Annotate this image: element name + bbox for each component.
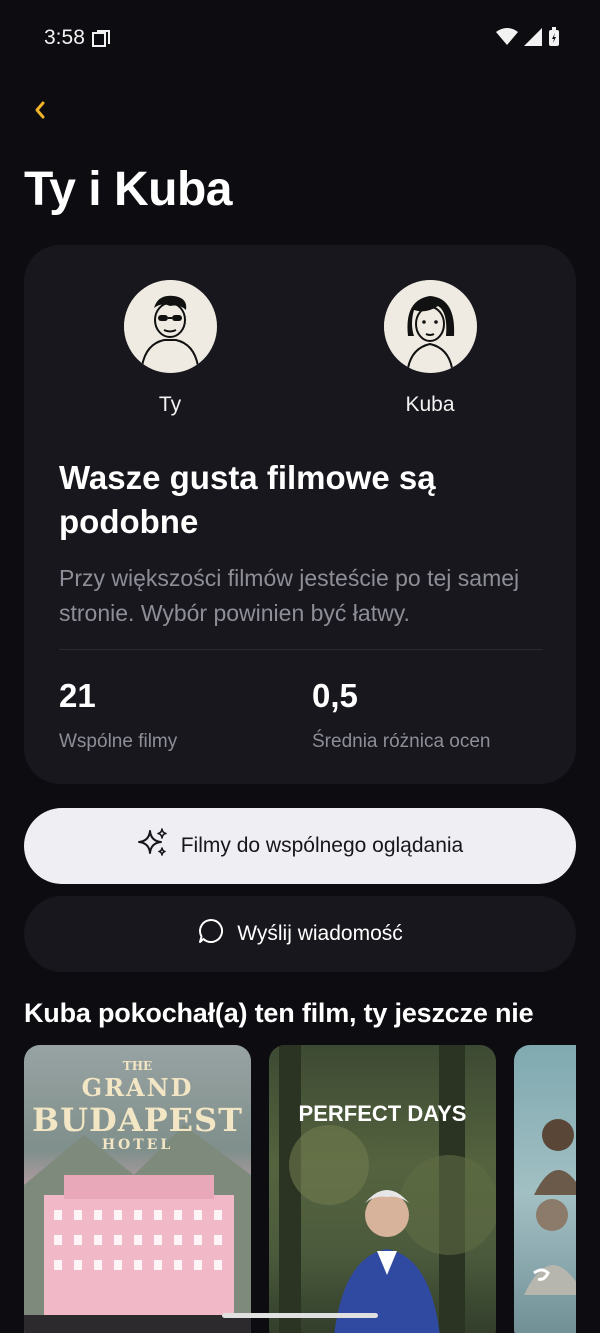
- avatar: [123, 280, 217, 373]
- taste-comparison-card: Ty Kuba Wasze gusta filmowe są podobne P…: [24, 245, 576, 784]
- watch-together-label: Filmy do wspólnego oglądania: [180, 834, 464, 857]
- section-title: Kuba pokochał(a) ten film, ty jeszcze ni…: [24, 998, 534, 1028]
- watch-together-button[interactable]: Filmy do wspólnego oglądania: [24, 808, 576, 884]
- user-name-friend: Kuba: [405, 393, 455, 416]
- user-name-you: Ty: [158, 393, 182, 416]
- send-message-label: Wyślij wiadomość: [237, 922, 403, 945]
- poster-carousel[interactable]: THE GRAND BUDAPEST HOTEL PERFECT DAYS: [24, 1045, 576, 1333]
- chat-bubble-icon: [197, 917, 225, 951]
- poster-title-line: GRAND: [81, 1073, 194, 1102]
- signal-icon: [524, 28, 542, 51]
- battery-icon: [548, 27, 560, 52]
- stat-label: Średnia różnica ocen: [312, 731, 491, 752]
- poster-title: PERFECT DAYS: [298, 1101, 467, 1126]
- status-time: 3:58: [44, 26, 85, 49]
- stat-value: 21: [59, 677, 96, 714]
- chevron-left-icon: [35, 101, 45, 119]
- wifi-icon: [496, 28, 518, 51]
- home-indicator[interactable]: [222, 1313, 378, 1318]
- poster-art: [524, 1119, 576, 1295]
- page-title: Ty i Kuba: [24, 163, 232, 216]
- match-title: Wasze gusta filmowe są podobne: [59, 459, 436, 540]
- status-icons: [496, 27, 560, 52]
- movie-poster[interactable]: PERFECT DAYS: [269, 1045, 496, 1333]
- movie-poster[interactable]: THE GRAND BUDAPEST HOTEL: [24, 1045, 251, 1333]
- poster-title-line: BUDAPEST: [32, 1101, 243, 1139]
- poster-art: [279, 1045, 496, 1333]
- screenshot-indicator-icon: [92, 30, 110, 53]
- stat-average-difference: 0,5 Średnia różnica ocen: [312, 677, 491, 753]
- send-message-button[interactable]: Wyślij wiadomość: [24, 896, 576, 972]
- user-you[interactable]: Ty: [115, 280, 225, 417]
- back-button[interactable]: [26, 96, 54, 124]
- match-description: Przy większości filmów jesteście po tej …: [59, 565, 520, 626]
- poster-title-line: HOTEL: [101, 1137, 174, 1153]
- user-friend[interactable]: Kuba: [375, 280, 485, 417]
- stat-label: Wspólne filmy: [59, 731, 178, 752]
- poster-title-line: THE: [122, 1059, 153, 1073]
- status-bar: 3:58: [0, 0, 600, 76]
- sparkles-icon: [137, 827, 169, 865]
- movie-poster[interactable]: [514, 1045, 576, 1333]
- divider: [59, 649, 543, 650]
- stat-value: 0,5: [312, 677, 358, 714]
- avatar: [383, 280, 477, 373]
- stat-common-films: 21 Wspólne filmy: [59, 677, 177, 753]
